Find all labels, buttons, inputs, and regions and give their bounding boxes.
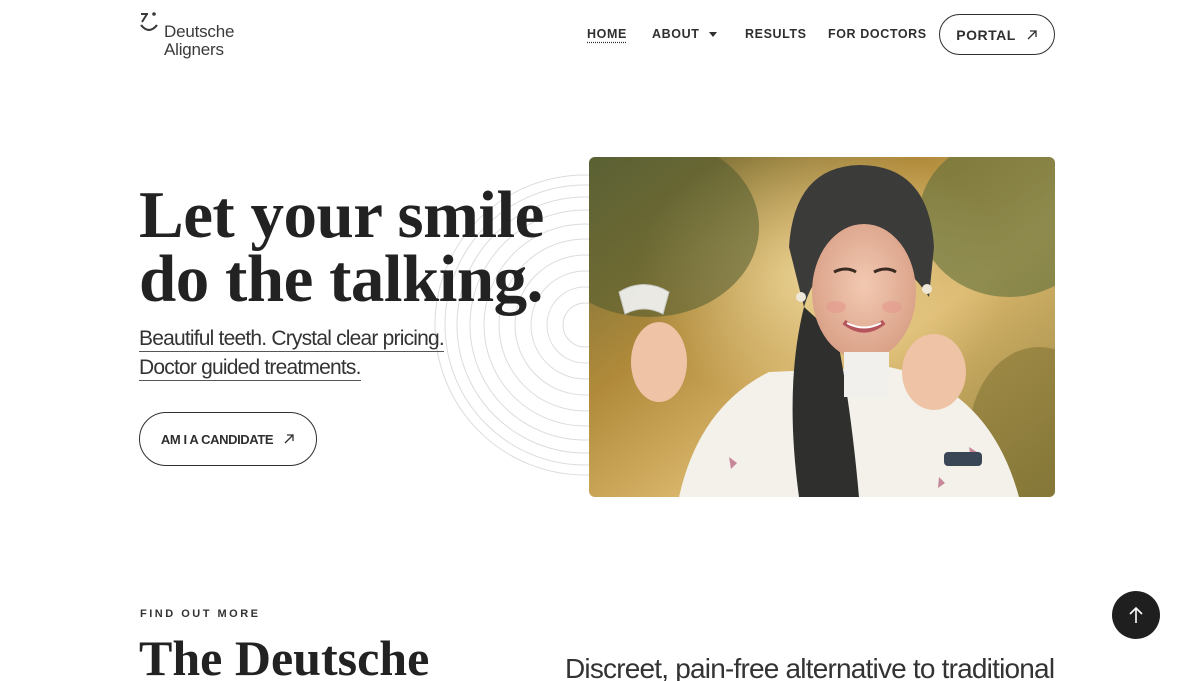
smile-mark-icon: [140, 12, 158, 32]
brand-logo[interactable]: Deutsche Aligners: [139, 11, 249, 61]
hero-subtitle: Beautiful teeth. Crystal clear pricing. …: [139, 327, 445, 381]
brand-name: Deutsche Aligners: [164, 22, 235, 59]
arrow-up-icon: [1129, 606, 1143, 623]
nav-home[interactable]: HOME: [587, 27, 627, 41]
hero-title: Let your smile do the talking.: [139, 178, 544, 316]
nav-about[interactable]: ABOUT: [652, 27, 699, 41]
arrow-up-right-icon: [1027, 29, 1037, 39]
portal-button[interactable]: PORTAL: [939, 14, 1055, 55]
section-title: The Deutsche: [139, 630, 430, 681]
scroll-to-top-button[interactable]: [1112, 591, 1160, 639]
candidate-label: AM I A CANDIDATE: [160, 431, 274, 447]
am-i-a-candidate-button[interactable]: AM I A CANDIDATE: [139, 412, 317, 466]
nav-results[interactable]: RESULTS: [745, 27, 807, 41]
caret-down-icon[interactable]: [709, 32, 717, 37]
hero-photo: [589, 157, 1055, 497]
arrow-up-right-icon: [284, 434, 294, 444]
portal-label: PORTAL: [956, 26, 1016, 43]
section-eyebrow: FIND OUT MORE: [140, 608, 261, 620]
nav-for-doctors[interactable]: FOR DOCTORS: [828, 27, 927, 41]
section-lead: Discreet, pain-free alternative to tradi…: [565, 653, 1055, 681]
